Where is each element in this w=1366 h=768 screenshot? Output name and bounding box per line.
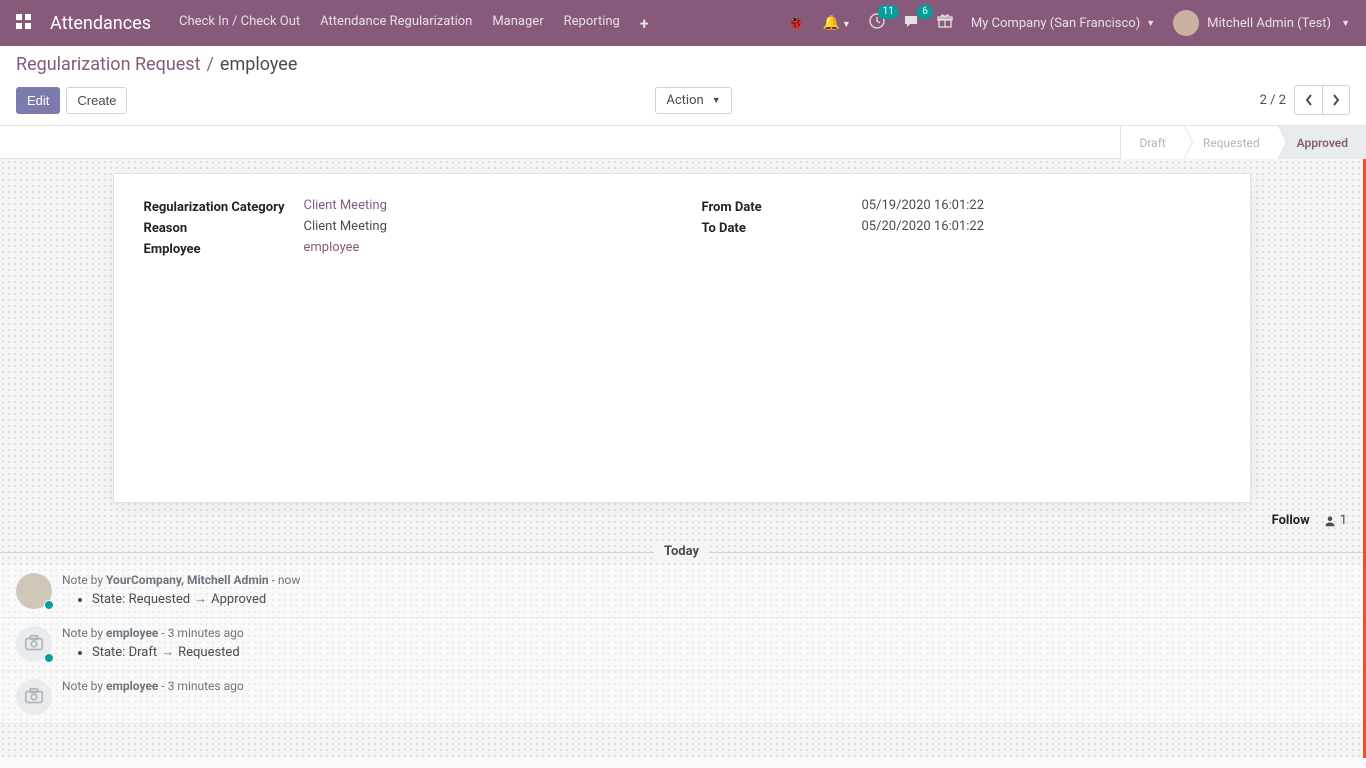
- top-nav: Attendances Check In / Check Out Attenda…: [0, 0, 1366, 46]
- value-to-date: 05/20/2020 16:01:22: [862, 219, 1220, 234]
- nav-manager[interactable]: Manager: [492, 14, 543, 33]
- message-item: Note by YourCompany, Mitchell Admin - no…: [0, 565, 1363, 618]
- create-button[interactable]: Create: [66, 87, 127, 114]
- arrow-icon: →: [161, 645, 174, 660]
- chatter-header: Follow 1: [0, 503, 1363, 538]
- date-separator: Today: [0, 544, 1363, 559]
- form-sheet: Regularization Category Client Meeting R…: [113, 173, 1251, 503]
- notifications-icon[interactable]: 🔔▼: [822, 15, 850, 31]
- person-icon: [1324, 515, 1336, 527]
- msg-content: State: Requested→Approved: [62, 591, 1347, 607]
- pager-prev[interactable]: [1294, 85, 1322, 115]
- apps-icon[interactable]: [16, 14, 34, 32]
- control-panel: Regularization Request / employee Edit C…: [0, 46, 1366, 126]
- msg-header: Note by YourCompany, Mitchell Admin - no…: [62, 573, 1347, 587]
- breadcrumb-current: employee: [220, 54, 297, 75]
- msg-header: Note by employee - 3 minutes ago: [62, 679, 1347, 693]
- systray: 🐞 🔔▼ 11 6 My Company (San Francisco)▼ Mi…: [787, 10, 1350, 36]
- nav-regularization[interactable]: Attendance Regularization: [320, 14, 472, 33]
- status-draft[interactable]: Draft: [1120, 126, 1183, 159]
- status-requested[interactable]: Requested: [1184, 126, 1278, 159]
- company-switcher[interactable]: My Company (San Francisco)▼: [971, 16, 1155, 31]
- chatter-body: Today Note by YourCompany, Mitchell Admi…: [0, 544, 1363, 724]
- msg-time: 3 minutes ago: [168, 679, 244, 693]
- message-item: Note by employee - 3 minutes ago State: …: [0, 618, 1363, 671]
- nav-add[interactable]: +: [640, 14, 649, 33]
- pager-text[interactable]: 2 / 2: [1260, 93, 1286, 108]
- nav-links: Check In / Check Out Attendance Regulari…: [179, 14, 649, 33]
- message-item: Note by employee - 3 minutes ago: [0, 671, 1363, 724]
- pager-next[interactable]: [1322, 85, 1350, 115]
- activities-badge: 11: [878, 5, 899, 19]
- value-category[interactable]: Client Meeting: [304, 198, 387, 213]
- breadcrumb-sep: /: [206, 54, 213, 75]
- messages-icon[interactable]: 6: [903, 13, 919, 33]
- debug-icon[interactable]: 🐞: [787, 15, 804, 31]
- label-reason: Reason: [144, 219, 304, 236]
- action-dropdown[interactable]: Action▼: [655, 87, 731, 114]
- status-bar: Draft Requested Approved: [0, 126, 1366, 159]
- msg-time: now: [278, 573, 301, 587]
- label-to-date: To Date: [702, 219, 862, 236]
- msg-avatar-icon: [16, 679, 52, 715]
- msg-content: State: Draft→Requested: [62, 644, 1347, 660]
- msg-avatar-icon: [16, 573, 52, 609]
- label-category: Regularization Category: [144, 198, 304, 215]
- msg-avatar-icon: [16, 626, 52, 662]
- msg-time: 3 minutes ago: [168, 626, 244, 640]
- gift-icon[interactable]: [937, 13, 953, 33]
- breadcrumb: Regularization Request / employee: [16, 54, 1350, 75]
- arrow-icon: →: [194, 592, 207, 607]
- nav-checkin[interactable]: Check In / Check Out: [179, 14, 300, 33]
- msg-author[interactable]: employee: [106, 626, 158, 640]
- label-employee: Employee: [144, 240, 304, 257]
- nav-reporting[interactable]: Reporting: [564, 14, 620, 33]
- user-avatar-icon: [1173, 10, 1199, 36]
- edit-button[interactable]: Edit: [16, 87, 60, 114]
- value-employee[interactable]: employee: [304, 240, 360, 255]
- breadcrumb-root[interactable]: Regularization Request: [16, 54, 200, 75]
- label-from-date: From Date: [702, 198, 862, 215]
- messages-badge: 6: [917, 5, 933, 19]
- follow-button[interactable]: Follow: [1272, 513, 1310, 528]
- status-approved[interactable]: Approved: [1278, 126, 1366, 159]
- activities-icon[interactable]: 11: [869, 13, 885, 33]
- user-menu[interactable]: Mitchell Admin (Test) ▼: [1173, 10, 1350, 36]
- form-background: Regularization Category Client Meeting R…: [0, 159, 1366, 758]
- msg-header: Note by employee - 3 minutes ago: [62, 626, 1347, 640]
- follower-count[interactable]: 1: [1324, 513, 1347, 528]
- value-from-date: 05/19/2020 16:01:22: [862, 198, 1220, 213]
- app-title[interactable]: Attendances: [50, 13, 151, 34]
- msg-author[interactable]: employee: [106, 679, 158, 693]
- value-reason: Client Meeting: [304, 219, 662, 234]
- msg-author[interactable]: YourCompany, Mitchell Admin: [106, 573, 269, 587]
